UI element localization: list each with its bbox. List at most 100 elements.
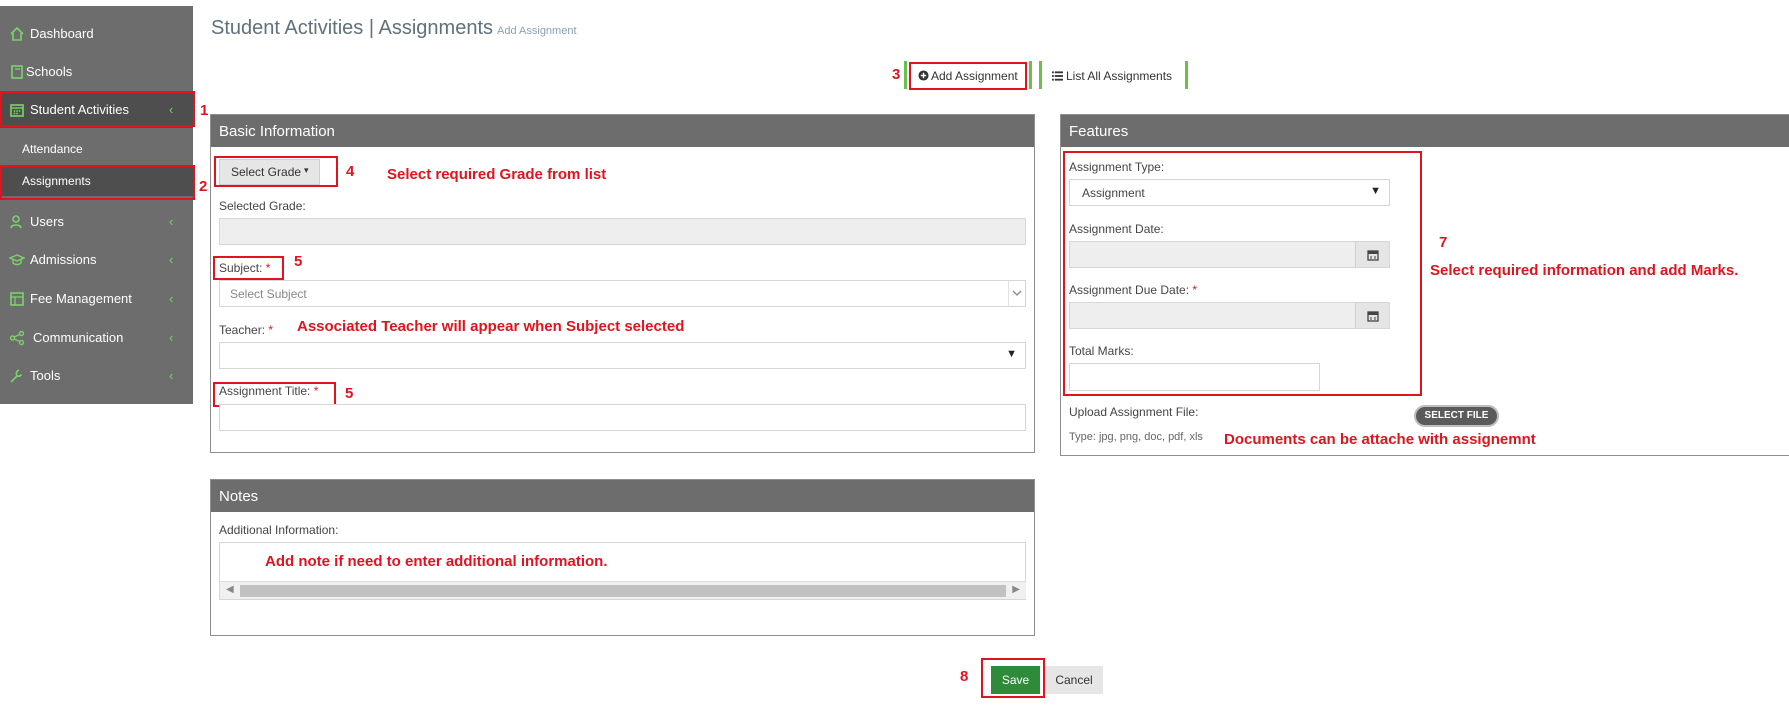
sidebar-item-label: Users — [30, 214, 64, 229]
annotation-grade-hint: Select required Grade from list — [387, 166, 607, 183]
annotation-notes-hint: Add note if need to enter additional inf… — [265, 553, 608, 570]
sidebar-item-schools[interactable]: Schools — [0, 54, 193, 90]
annotation-number: 3 — [892, 66, 901, 83]
select-grade-label: Select Grade — [231, 165, 302, 179]
assignment-due-date-input[interactable] — [1069, 302, 1390, 329]
panel-title: Notes — [219, 488, 259, 505]
divider — [1185, 61, 1188, 89]
scroll-right-icon[interactable]: ▶ — [1012, 584, 1020, 595]
panel-header: Basic Information — [211, 115, 1034, 147]
sidebar-item-student-activities[interactable]: Student Activities ‹ — [0, 92, 193, 128]
subject-placeholder: Select Subject — [230, 287, 307, 301]
panel-header: Features — [1061, 115, 1789, 147]
assignment-title-label: Assignment Title: * — [219, 384, 318, 398]
caret-down-icon: ▾ — [304, 165, 309, 175]
panel-header: Notes — [211, 480, 1034, 512]
additional-information-label: Additional Information: — [219, 523, 339, 537]
subject-label: Subject: * — [219, 261, 270, 275]
page-title: Student Activities | Assignments Add Assi… — [211, 17, 577, 40]
list-all-assignments-button[interactable]: List All Assignments — [1046, 63, 1184, 89]
sidebar-item-fee-management[interactable]: Fee Management ‹ — [0, 281, 193, 317]
subject-select[interactable]: Select Subject — [219, 280, 1026, 307]
sidebar-item-tools[interactable]: Tools ‹ — [0, 358, 193, 394]
sidebar-item-label: Schools — [26, 64, 73, 79]
assignment-title-label-text: Assignment Title: — [219, 384, 311, 398]
assignment-title-input[interactable] — [219, 404, 1026, 431]
assignment-date-label: Assignment Date: — [1069, 222, 1164, 236]
selected-grade-field — [219, 218, 1026, 245]
sidebar-item-label: Admissions — [30, 252, 97, 267]
divider — [1029, 61, 1032, 89]
sidebar-item-communication[interactable]: Communication ‹ — [0, 320, 193, 356]
chevron-left-icon: ‹ — [169, 291, 174, 306]
required-mark: * — [313, 384, 319, 398]
sidebar-item-label: Fee Management — [30, 291, 132, 306]
divider — [1039, 61, 1042, 89]
teacher-label: Teacher: * — [219, 323, 273, 337]
upload-file-label: Upload Assignment File: — [1069, 405, 1199, 419]
horizontal-scrollbar[interactable]: ◀ ▶ — [220, 581, 1026, 599]
annotation-docs-hint: Documents can be attache with assignemnt — [1224, 431, 1536, 448]
chevron-down-icon — [1008, 281, 1025, 306]
required-mark: * — [268, 323, 274, 337]
list-icon — [1052, 71, 1063, 81]
assignment-date-input[interactable] — [1069, 241, 1390, 268]
assignment-due-date-label-text: Assignment Due Date: — [1069, 283, 1190, 297]
assignment-due-date-label: Assignment Due Date: * — [1069, 283, 1197, 297]
annotation-number: 8 — [960, 668, 969, 685]
total-marks-label: Total Marks: — [1069, 344, 1134, 358]
sidebar-item-admissions[interactable]: Admissions ‹ — [0, 242, 193, 278]
panel-title: Basic Information — [219, 123, 335, 140]
add-assignment-button[interactable]: Add Assignment — [910, 63, 1025, 89]
divider — [904, 61, 907, 89]
home-icon — [10, 26, 24, 41]
calendar-icon — [1367, 250, 1379, 261]
selected-grade-label: Selected Grade: — [219, 199, 306, 213]
sidebar-item-dashboard[interactable]: Dashboard — [0, 16, 193, 52]
required-mark: * — [265, 261, 271, 275]
sidebar-subitem-label: Attendance — [22, 142, 83, 156]
annotation-number: 1 — [200, 102, 209, 119]
plus-circle-icon — [918, 70, 929, 81]
select-grade-button[interactable]: Select Grade ▾ — [219, 159, 320, 185]
cancel-button[interactable]: Cancel — [1045, 666, 1103, 694]
page-title-text: Student Activities | Assignments — [211, 17, 494, 39]
chevron-left-icon: ‹ — [169, 330, 174, 345]
sidebar-item-users[interactable]: Users ‹ — [0, 204, 193, 240]
graduation-cap-icon — [9, 254, 25, 266]
calendar-button[interactable] — [1355, 242, 1389, 267]
list-all-assignments-label: List All Assignments — [1066, 69, 1173, 83]
annotation-teacher-hint: Associated Teacher will appear when Subj… — [297, 318, 685, 335]
subject-label-text: Subject: — [219, 261, 263, 275]
calendar-icon — [10, 104, 24, 117]
chevron-left-icon: ‹ — [169, 102, 174, 117]
sidebar: Dashboard Schools Student Activities ‹ A… — [0, 6, 193, 404]
assignment-type-label: Assignment Type: — [1069, 160, 1165, 174]
chevron-left-icon: ‹ — [169, 368, 174, 383]
sidebar-subitem-label: Assignments — [22, 174, 91, 188]
user-icon — [10, 215, 22, 229]
annotation-features-hint: Select required information and add Mark… — [1430, 262, 1739, 279]
chevron-left-icon: ‹ — [169, 214, 174, 229]
assignment-type-select[interactable]: Assignment ▼ — [1069, 179, 1390, 206]
wrench-icon — [10, 369, 23, 383]
select-file-button[interactable]: SELECT FILE — [1414, 405, 1499, 427]
annotation-number: 5 — [294, 253, 303, 270]
sidebar-subitem-assignments[interactable]: Assignments — [0, 166, 193, 196]
sidebar-item-label: Communication — [33, 330, 124, 345]
scroll-thumb[interactable] — [240, 585, 1006, 597]
calendar-button[interactable] — [1355, 303, 1389, 328]
panel-title: Features — [1069, 123, 1129, 140]
calendar-icon — [1367, 311, 1379, 322]
annotation-number: 4 — [346, 163, 355, 180]
annotation-number: 5 — [345, 385, 354, 402]
table-icon — [10, 292, 24, 306]
sidebar-subitem-attendance[interactable]: Attendance — [0, 134, 193, 164]
scroll-left-icon[interactable]: ◀ — [226, 584, 234, 595]
sidebar-item-label: Student Activities — [30, 102, 129, 117]
annotation-number: 7 — [1439, 234, 1448, 251]
total-marks-input[interactable] — [1069, 363, 1320, 391]
caret-down-icon: ▼ — [1370, 185, 1381, 197]
teacher-select[interactable]: ▼ — [219, 342, 1026, 369]
save-button[interactable]: Save — [991, 666, 1040, 694]
